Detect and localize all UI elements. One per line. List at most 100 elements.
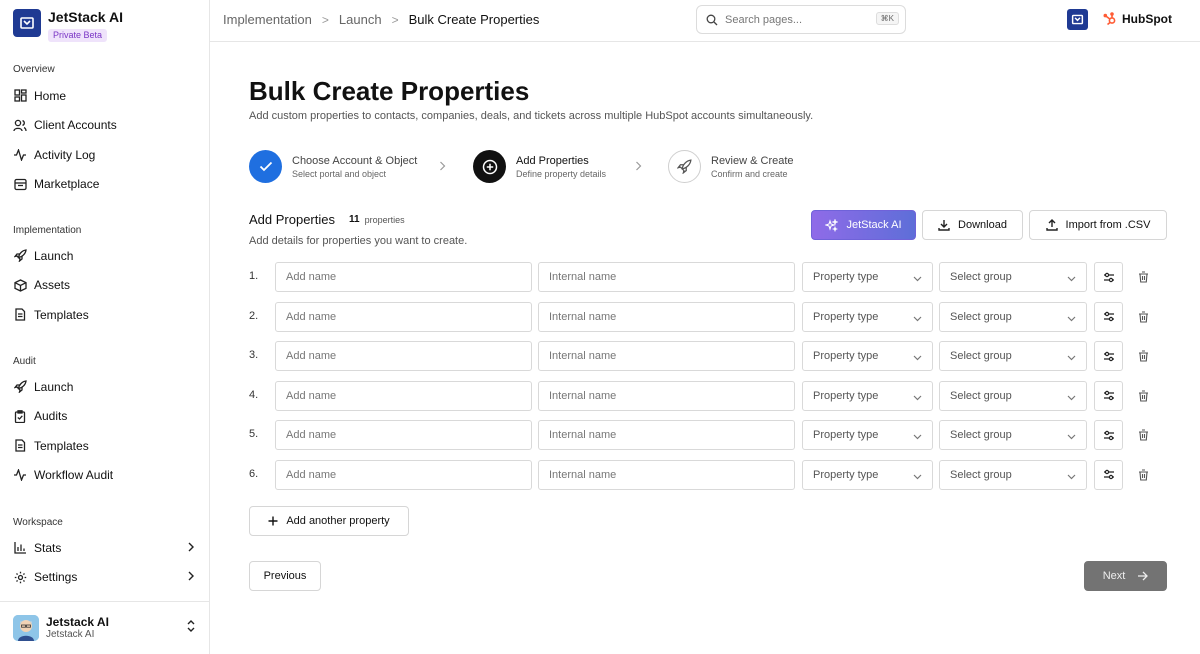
- placeholder: Internal name: [549, 389, 617, 402]
- internal-name-input[interactable]: Internal name: [538, 420, 795, 450]
- internal-name-input[interactable]: Internal name: [538, 262, 795, 292]
- import-csv-button[interactable]: Import from .CSV: [1029, 210, 1167, 240]
- step-subtitle: Select portal and object: [292, 168, 387, 179]
- table-row: 2. Add name Internal name Property type …: [249, 301, 1169, 332]
- property-type-select[interactable]: Property type: [802, 301, 933, 332]
- chevron-down-icon: [1067, 392, 1076, 404]
- sidebar-item-label: Home: [34, 88, 67, 103]
- sliders-icon: [1103, 272, 1115, 283]
- property-type-select[interactable]: Property type: [802, 341, 933, 371]
- sidebar-item-settings[interactable]: Settings: [0, 563, 209, 593]
- group-select[interactable]: Select group: [939, 262, 1087, 292]
- internal-name-input[interactable]: Internal name: [538, 301, 795, 332]
- placeholder: Property type: [813, 389, 879, 402]
- sidebar-item-workflow-audit[interactable]: Workflow Audit: [0, 461, 209, 491]
- group-select[interactable]: Select group: [939, 459, 1087, 490]
- search-placeholder: Search pages...: [725, 13, 803, 26]
- sidebar-item-label: Templates: [34, 307, 89, 322]
- search-input[interactable]: Search pages... ⌘K: [696, 5, 906, 34]
- gear-icon: [13, 570, 27, 584]
- group-select[interactable]: Select group: [939, 301, 1087, 332]
- property-type-select[interactable]: Property type: [802, 420, 933, 450]
- delete-row-button[interactable]: [1135, 388, 1151, 404]
- sidebar-item-marketplace[interactable]: Marketplace: [0, 170, 209, 200]
- sidebar-item-implementation-templates[interactable]: Templates: [0, 300, 209, 330]
- group-select[interactable]: Select group: [939, 380, 1087, 411]
- delete-row-button[interactable]: [1135, 348, 1151, 364]
- delete-row-button[interactable]: [1135, 269, 1151, 285]
- jetstack-ai-button[interactable]: JetStack AI: [811, 210, 916, 240]
- row-number: 5.: [249, 428, 259, 440]
- sidebar-item-activity-log[interactable]: Activity Log: [0, 140, 209, 170]
- brand[interactable]: JetStack AI Private Beta: [13, 9, 123, 43]
- options-button[interactable]: [1094, 341, 1123, 371]
- property-name-input[interactable]: Add name: [275, 262, 532, 292]
- chevron-right-icon: [635, 161, 642, 174]
- sidebar-item-client-accounts[interactable]: Client Accounts: [0, 111, 209, 141]
- sliders-icon: [1103, 469, 1115, 480]
- step-review-create[interactable]: Review & Create Confirm and create: [668, 150, 794, 183]
- sidebar-item-home[interactable]: Home: [0, 81, 209, 111]
- options-button[interactable]: [1094, 380, 1123, 411]
- table-row: 5. Add name Internal name Property type …: [249, 420, 1169, 450]
- rocket-icon: [668, 150, 701, 183]
- add-property-button[interactable]: Add another property: [249, 506, 409, 536]
- group-select[interactable]: Select group: [939, 420, 1087, 450]
- sidebar-item-stats[interactable]: Stats: [0, 533, 209, 563]
- hubspot-label: HubSpot: [1122, 12, 1172, 26]
- download-button[interactable]: Download: [922, 210, 1023, 240]
- sidebar-item-label: Stats: [34, 540, 62, 555]
- property-name-input[interactable]: Add name: [275, 459, 532, 490]
- property-name-input[interactable]: Add name: [275, 341, 532, 371]
- options-button[interactable]: [1094, 301, 1123, 332]
- placeholder: Property type: [813, 271, 879, 283]
- delete-row-button[interactable]: [1135, 427, 1151, 443]
- bar-chart-icon: [13, 541, 27, 555]
- hubspot-account[interactable]: HubSpot: [1103, 12, 1172, 26]
- delete-row-button[interactable]: [1135, 309, 1151, 325]
- step-choose-account[interactable]: Choose Account & Object Select portal an…: [249, 150, 417, 183]
- step-add-properties[interactable]: Add Properties Define property details: [473, 150, 606, 183]
- delete-row-button[interactable]: [1135, 467, 1151, 483]
- property-type-select[interactable]: Property type: [802, 262, 933, 292]
- arrow-right-icon: [1137, 571, 1149, 581]
- sidebar-item-audit-launch[interactable]: Launch: [0, 372, 209, 402]
- sidebar-item-audit-templates[interactable]: Templates: [0, 431, 209, 461]
- group-select[interactable]: Select group: [939, 341, 1087, 371]
- trash-icon: [1138, 389, 1149, 402]
- internal-name-input[interactable]: Internal name: [538, 459, 795, 490]
- row-number: 3.: [249, 349, 259, 361]
- internal-name-input[interactable]: Internal name: [538, 341, 795, 371]
- sidebar-item-audits[interactable]: Audits: [0, 402, 209, 432]
- sidebar-item-label: Workflow Audit: [34, 468, 114, 483]
- breadcrumb-item-implementation[interactable]: Implementation: [223, 12, 312, 27]
- options-button[interactable]: [1094, 420, 1123, 450]
- topbar: Implementation > Launch > Bulk Create Pr…: [210, 0, 1200, 42]
- table-row: 6. Add name Internal name Property type …: [249, 459, 1169, 490]
- property-type-select[interactable]: Property type: [802, 459, 933, 490]
- property-name-input[interactable]: Add name: [275, 380, 532, 411]
- property-name-input[interactable]: Add name: [275, 420, 532, 450]
- clipboard-check-icon: [13, 409, 27, 423]
- placeholder: Internal name: [549, 310, 617, 323]
- user-menu[interactable]: Jetstack AI Jetstack AI: [0, 601, 209, 654]
- internal-name-input[interactable]: Internal name: [538, 380, 795, 411]
- next-button[interactable]: Next: [1084, 561, 1167, 591]
- property-type-select[interactable]: Property type: [802, 380, 933, 411]
- sidebar-item-implementation-launch[interactable]: Launch: [0, 241, 209, 271]
- sidebar-item-assets[interactable]: Assets: [0, 271, 209, 301]
- property-count: 11: [349, 214, 360, 225]
- jetstack-logo-icon: [13, 9, 41, 37]
- nav-group-implementation: Implementation Launch Assets Templates: [0, 224, 209, 330]
- options-button[interactable]: [1094, 459, 1123, 490]
- activity-icon: [13, 148, 27, 162]
- jetstack-app-icon[interactable]: [1067, 9, 1088, 30]
- placeholder: Property type: [813, 350, 879, 362]
- page-subtitle: Add custom properties to contacts, compa…: [249, 110, 814, 122]
- property-name-input[interactable]: Add name: [275, 301, 532, 332]
- placeholder: Select group: [950, 468, 1012, 481]
- options-button[interactable]: [1094, 262, 1123, 292]
- previous-button[interactable]: Previous: [249, 561, 321, 591]
- breadcrumb-item-launch[interactable]: Launch: [339, 12, 382, 27]
- section-header: Add Properties 11 properties: [249, 212, 405, 227]
